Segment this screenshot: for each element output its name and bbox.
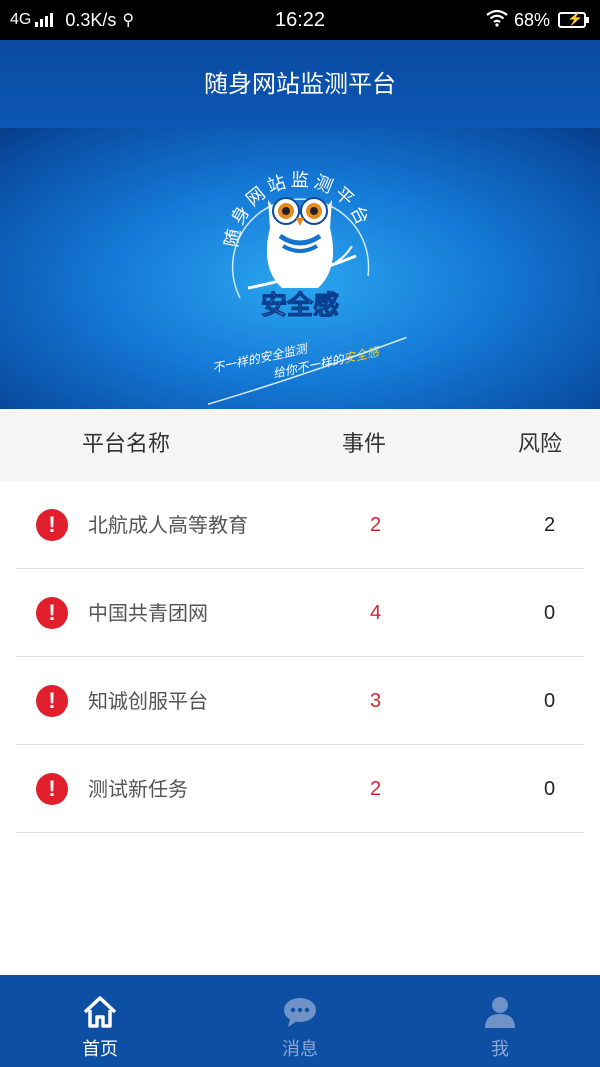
network-speed: 0.3K/s	[65, 9, 117, 30]
list-item[interactable]: ! 北航成人高等教育 2 2	[16, 481, 584, 569]
tab-home-label: 首页	[82, 1039, 118, 1060]
app-header: 随身网站监测平台	[0, 40, 600, 128]
alert-icon: !	[36, 685, 68, 717]
event-count: 4	[370, 602, 382, 624]
alert-icon: !	[36, 773, 68, 805]
tab-messages-label: 消息	[282, 1039, 318, 1060]
page-title: 随身网站监测平台	[204, 70, 396, 98]
status-bar: 4G 0.3K/s ⚲ 16:22 68% ⚡	[0, 0, 600, 40]
event-count: 2	[370, 514, 382, 536]
wifi-icon	[486, 9, 508, 32]
list-item[interactable]: ! 知诚创服平台 3 0	[16, 657, 584, 745]
column-header-event: 事件	[342, 432, 387, 457]
hero-banner: 随身网站监测平台 安全感 不一样的安全监测 给你不一样的安全感	[0, 128, 600, 409]
platform-name: 知诚创服平台	[88, 689, 208, 713]
owl-logo-illustration: 随身网站监测平台 安全感 不一样的安全监测 给你不一样的安全感	[207, 170, 407, 405]
event-count: 2	[370, 778, 382, 800]
alert-icon: !	[36, 509, 68, 541]
risk-count: 0	[544, 602, 556, 624]
user-icon	[485, 997, 515, 1028]
platform-name: 测试新任务	[88, 777, 188, 801]
tab-messages[interactable]: 消息	[200, 975, 400, 1067]
risk-count: 0	[544, 778, 556, 800]
battery-icon: ⚡	[558, 11, 589, 28]
message-icon	[284, 998, 316, 1027]
risk-count: 0	[544, 690, 556, 712]
battery-percent: 68%	[513, 9, 550, 30]
network-type: 4G	[10, 11, 32, 28]
list-item[interactable]: ! 中国共青团网 4 0	[16, 569, 584, 657]
usb-icon: ⚲	[122, 12, 135, 29]
platform-name: 北航成人高等教育	[88, 513, 248, 537]
list-header: 平台名称 事件 风险	[0, 409, 600, 481]
logo-text: 安全感	[261, 290, 339, 321]
platform-list: ! 北航成人高等教育 2 2 ! 中国共青团网 4 0 ! 知诚创服平台 3 0…	[0, 481, 600, 833]
tab-home[interactable]: 首页	[0, 975, 200, 1067]
column-header-name: 平台名称	[82, 432, 171, 457]
event-count: 3	[370, 690, 382, 712]
list-item[interactable]: ! 测试新任务 2 0	[16, 745, 584, 833]
tab-me-label: 我	[491, 1039, 509, 1060]
column-header-risk: 风险	[518, 432, 563, 457]
bottom-tab-bar: 首页 消息 我	[0, 975, 600, 1067]
signal-icon	[35, 13, 55, 27]
alert-icon: !	[36, 597, 68, 629]
platform-name: 中国共青团网	[88, 601, 208, 625]
home-icon	[83, 996, 117, 1028]
risk-count: 2	[544, 514, 556, 536]
tab-me[interactable]: 我	[400, 975, 600, 1067]
